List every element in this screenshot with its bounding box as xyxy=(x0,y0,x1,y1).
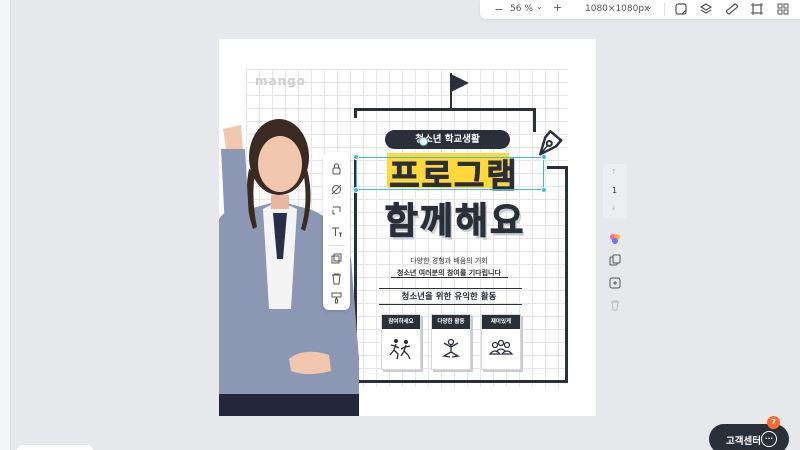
canvas-size[interactable]: 1080×1080px xyxy=(585,4,649,14)
running-people-icon xyxy=(389,339,411,360)
meditation-person-icon xyxy=(442,338,460,358)
grid-view-icon[interactable] xyxy=(776,2,790,16)
section-rule-top xyxy=(379,288,522,289)
zoom-level[interactable]: 56 % xyxy=(510,4,533,14)
page-number: 1 xyxy=(612,186,618,195)
format-painter-icon[interactable] xyxy=(330,291,343,304)
chat-icon: ··· xyxy=(761,431,777,447)
notification-badge: 7 xyxy=(767,416,780,429)
resize-handle[interactable] xyxy=(541,187,547,193)
resize-handle[interactable] xyxy=(353,187,359,193)
zoom-dropdown-icon[interactable]: ⌄ xyxy=(536,2,543,11)
top-toolbar: − 56 % ⌄ + 1080×1080px ⌄ xyxy=(480,0,800,19)
frame-line xyxy=(547,166,567,169)
subtitle-underline xyxy=(391,277,508,278)
sticker-icon[interactable] xyxy=(674,2,688,16)
trash-icon[interactable] xyxy=(330,272,343,285)
text-style-icon[interactable] xyxy=(330,225,343,238)
card-title: 참여하세요 xyxy=(382,315,420,329)
transform-icon[interactable] xyxy=(330,204,343,217)
delete-page-icon[interactable] xyxy=(608,298,622,312)
size-dropdown-icon[interactable]: ⌄ xyxy=(646,2,653,11)
ruler-icon[interactable] xyxy=(725,2,739,16)
link-off-icon[interactable] xyxy=(330,183,343,196)
selection-box[interactable] xyxy=(356,157,544,190)
section-title: 청소년을 위한 유익한 활동 xyxy=(401,292,497,302)
page-down-button[interactable]: ↓ xyxy=(611,204,617,212)
activity-card[interactable]: 재미있게 xyxy=(481,314,521,370)
crop-frame-icon[interactable] xyxy=(750,2,764,16)
lock-icon[interactable] xyxy=(330,162,343,175)
resize-handle[interactable] xyxy=(541,154,547,160)
copy-page-icon[interactable] xyxy=(608,253,622,267)
color-palette-icon[interactable] xyxy=(608,232,622,246)
resize-handle[interactable] xyxy=(353,154,359,160)
customer-center-label: 고객센터 xyxy=(726,436,761,447)
subtitle-line-1: 다양한 경험과 배움의 기회 xyxy=(410,257,488,265)
section-rule-bottom xyxy=(379,304,522,305)
frame-line xyxy=(354,380,567,383)
frame-line xyxy=(565,166,568,383)
design-canvas[interactable]: mango 청소년 학교생활 프로그램 함께해요 다양한 경험과 배움의 기회 … xyxy=(219,39,596,416)
card-title: 재미있게 xyxy=(482,315,520,329)
element-toolbar xyxy=(323,152,350,310)
group-people-icon xyxy=(488,339,514,355)
page-up-button[interactable]: ↑ xyxy=(611,168,617,176)
zoom-in-button[interactable]: + xyxy=(553,1,562,14)
page-navigator: ↑ 1 ↓ xyxy=(603,164,627,218)
headline-together[interactable]: 함께해요 xyxy=(355,192,555,244)
flag-icon xyxy=(451,74,469,92)
brand-logo: mango xyxy=(255,74,306,88)
card-title: 다양한 활동 xyxy=(432,315,470,329)
rotate-handle[interactable] xyxy=(419,137,428,146)
zoom-out-button[interactable]: − xyxy=(492,1,506,17)
toolbar-divider xyxy=(664,3,665,16)
add-page-icon[interactable] xyxy=(608,276,622,290)
frame-line xyxy=(354,108,536,111)
program-tag: 청소년 학교생활 xyxy=(385,130,510,149)
toolbar-divider xyxy=(328,245,345,246)
left-panel-edge xyxy=(0,0,11,450)
bottom-panel-tab[interactable] xyxy=(17,445,93,450)
layers-icon[interactable] xyxy=(699,2,713,16)
duplicate-icon[interactable] xyxy=(330,252,343,265)
activity-card[interactable]: 참여하세요 xyxy=(381,314,421,370)
activity-card[interactable]: 다양한 활동 xyxy=(431,314,471,370)
